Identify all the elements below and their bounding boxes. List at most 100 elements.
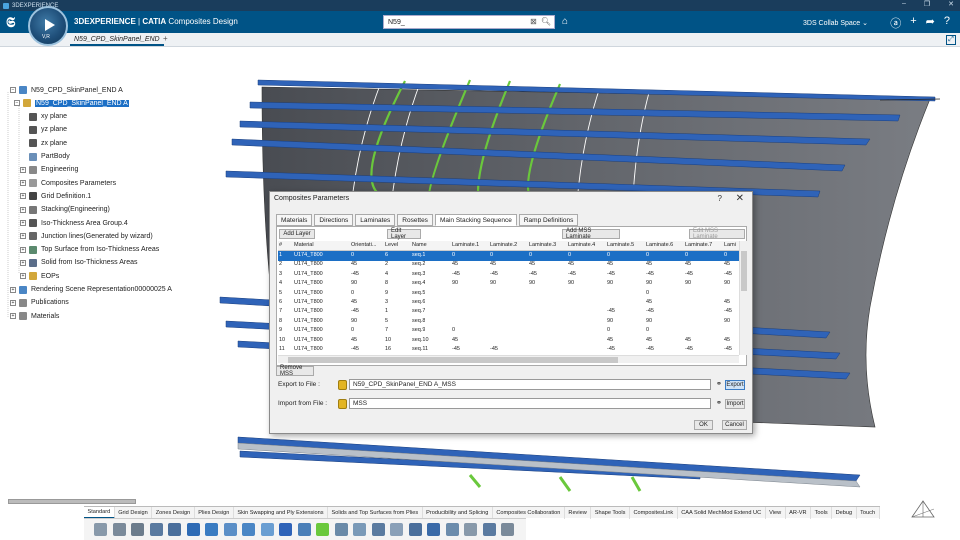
share-icon[interactable]: ➦ [926, 15, 935, 31]
table-row[interactable]: 5 U174_T800 0 9 seq.5 0 [278, 289, 739, 299]
dialog-tab[interactable]: Materials [276, 214, 313, 226]
tree-item[interactable]: + Grid Definition.1 [20, 190, 91, 202]
ok-button[interactable]: OK [694, 420, 713, 430]
tree-item[interactable]: + EOPs [20, 270, 59, 282]
command-icon[interactable] [112, 523, 126, 536]
command-icon[interactable] [297, 523, 311, 536]
expand-icon[interactable]: ⤢ [946, 35, 956, 45]
tree-item[interactable]: + Rendering Scene Representation00000025 … [10, 284, 172, 296]
expander-icon[interactable]: + [20, 273, 26, 280]
workbench-tab[interactable]: CompositesLink [630, 507, 678, 519]
command-icon[interactable] [445, 523, 459, 536]
command-icon[interactable] [223, 523, 237, 536]
search-input[interactable]: N59_ ⊠ 🔍︎ [383, 15, 555, 29]
tag-icon[interactable]: ⌂ [562, 16, 568, 27]
tree-item[interactable]: + Stacking(Engineering) [20, 204, 110, 216]
dialog-tab[interactable]: Main Stacking Sequence [434, 214, 517, 226]
search-options-icon[interactable]: ⊠ [530, 17, 537, 26]
expander-icon[interactable]: − [10, 87, 16, 93]
dialog-tab[interactable]: Rosettes [397, 214, 433, 226]
command-icon[interactable] [334, 523, 348, 536]
command-icon[interactable] [94, 523, 107, 536]
tree-item[interactable]: zx plane [20, 137, 67, 149]
help-icon[interactable]: ? [944, 15, 950, 31]
workbench-tab[interactable]: AR-VR [786, 507, 812, 519]
command-icon[interactable] [464, 523, 477, 536]
workbench-tab[interactable]: Tools [811, 507, 833, 519]
command-icon[interactable] [279, 523, 292, 536]
tree-item[interactable]: xy plane [20, 111, 67, 123]
expander-icon[interactable]: − [14, 100, 20, 107]
command-icon[interactable] [242, 523, 255, 536]
table-row[interactable]: 4 U174_T800 90 8 seq.4 90 90 90 90 90 90 90 90 [278, 279, 739, 289]
command-icon[interactable] [168, 523, 181, 536]
3d-compass-icon[interactable] [910, 499, 936, 521]
command-icon[interactable] [427, 523, 440, 536]
tree-item[interactable]: − N59_CPD_SkinPanel_END A [14, 97, 129, 109]
command-icon[interactable] [371, 523, 385, 536]
command-icon[interactable] [186, 523, 200, 536]
expander-icon[interactable]: + [10, 299, 16, 306]
expander-icon[interactable]: + [20, 193, 26, 200]
tree-item[interactable]: + Top Surface from Iso-Thickness Areas [20, 244, 159, 256]
add-layer-button[interactable]: Add Layer [279, 229, 315, 239]
workbench-tab[interactable]: Shape Tools [591, 507, 630, 519]
command-icon[interactable] [149, 523, 163, 536]
browse-icon[interactable]: ⚭ [716, 399, 722, 407]
search-icon[interactable]: 🔍︎ [541, 17, 551, 26]
tree-item[interactable]: + Publications [10, 297, 69, 309]
grid-horizontal-scrollbar[interactable] [278, 355, 739, 363]
table-row[interactable]: 8 U174_T800 90 5 seq.8 90 90 90 [278, 317, 739, 327]
tree-item[interactable]: + Engineering [20, 164, 78, 176]
export-button[interactable]: Export [725, 380, 745, 390]
expander-icon[interactable]: + [20, 259, 26, 266]
table-row[interactable]: 2 U174_T800 45 2 seq.2 45 45 45 45 45 45 45 45 [278, 260, 739, 270]
document-tab[interactable]: N59_CPD_SkinPanel_END [70, 34, 164, 46]
command-icon[interactable] [353, 523, 366, 536]
command-icon[interactable] [501, 523, 514, 536]
help-icon[interactable]: ? [718, 194, 722, 203]
dialog-tab[interactable]: Directions [314, 214, 354, 226]
browse-icon[interactable]: ⚭ [716, 380, 722, 388]
grid-hscroll-thumb[interactable] [288, 357, 618, 363]
tree-item[interactable]: yz plane [20, 124, 67, 136]
table-row[interactable]: 9 U174_T800 0 7 seq.9 0 0 0 [278, 326, 739, 336]
grid-vscroll-thumb[interactable] [741, 251, 747, 291]
table-row[interactable]: 10 U174_T800 45 10 seq.10 45 45 45 45 45 [278, 336, 739, 346]
expander-icon[interactable]: + [20, 166, 26, 173]
tree-item[interactable]: + Junction lines(Generated by wizard) [20, 230, 153, 242]
close-window-icon[interactable]: ✕ [948, 0, 954, 8]
expander-icon[interactable]: + [20, 233, 26, 240]
dialog-tab[interactable]: Laminates [355, 214, 396, 226]
command-icon[interactable] [482, 523, 496, 536]
table-row[interactable]: 3 U174_T800 -45 4 seq.3 -45 -45 -45 -45 -45 -45 -45… [278, 270, 739, 280]
table-row[interactable]: 1 U174_T800 0 6 seq.1 0 0 0 0 0 0 0 0 [278, 251, 739, 261]
tree-item[interactable]: + Iso-Thickness Area Group.4 [20, 217, 128, 229]
add-icon[interactable]: + [910, 15, 916, 31]
add-tab-icon[interactable]: + [163, 34, 168, 43]
user-icon[interactable]: ⓐ [890, 15, 901, 31]
cancel-button[interactable]: Cancel [722, 420, 747, 430]
table-row[interactable]: 11 U174_T800 -45 16 seq.11 -45 -45 -45 -45 -45 -45 [278, 345, 739, 355]
expander-icon[interactable]: + [20, 220, 26, 226]
import-file-input[interactable]: MSS [349, 398, 711, 409]
expander-icon[interactable]: + [20, 246, 26, 253]
workbench-tab[interactable]: Debug [832, 507, 857, 519]
workbench-tab[interactable]: Touch [857, 507, 880, 519]
expander-icon[interactable]: + [10, 313, 16, 320]
expander-icon[interactable]: + [20, 180, 26, 187]
table-row[interactable]: 6 U174_T800 45 3 seq.6 45 45 [278, 298, 739, 308]
tree-horizontal-scrollbar[interactable] [8, 499, 136, 504]
command-icon[interactable] [131, 523, 144, 536]
add-mss-laminate-button[interactable]: Add MSS Laminate [562, 228, 620, 240]
import-button[interactable]: Import [725, 399, 745, 409]
tree-item[interactable]: + Solid from Iso-Thickness Areas [20, 257, 137, 269]
dialog-tab[interactable]: Ramp Definitions [518, 214, 579, 226]
grid-vertical-scrollbar[interactable] [739, 241, 747, 355]
workbench-tab[interactable]: View [766, 507, 786, 519]
workbench-tab[interactable]: Review [565, 507, 592, 519]
command-icon[interactable] [408, 523, 422, 536]
command-icon[interactable] [260, 523, 274, 536]
collab-space-selector[interactable]: 3DS Collab Space ⌄ [803, 19, 868, 27]
expander-icon[interactable]: + [10, 286, 16, 293]
